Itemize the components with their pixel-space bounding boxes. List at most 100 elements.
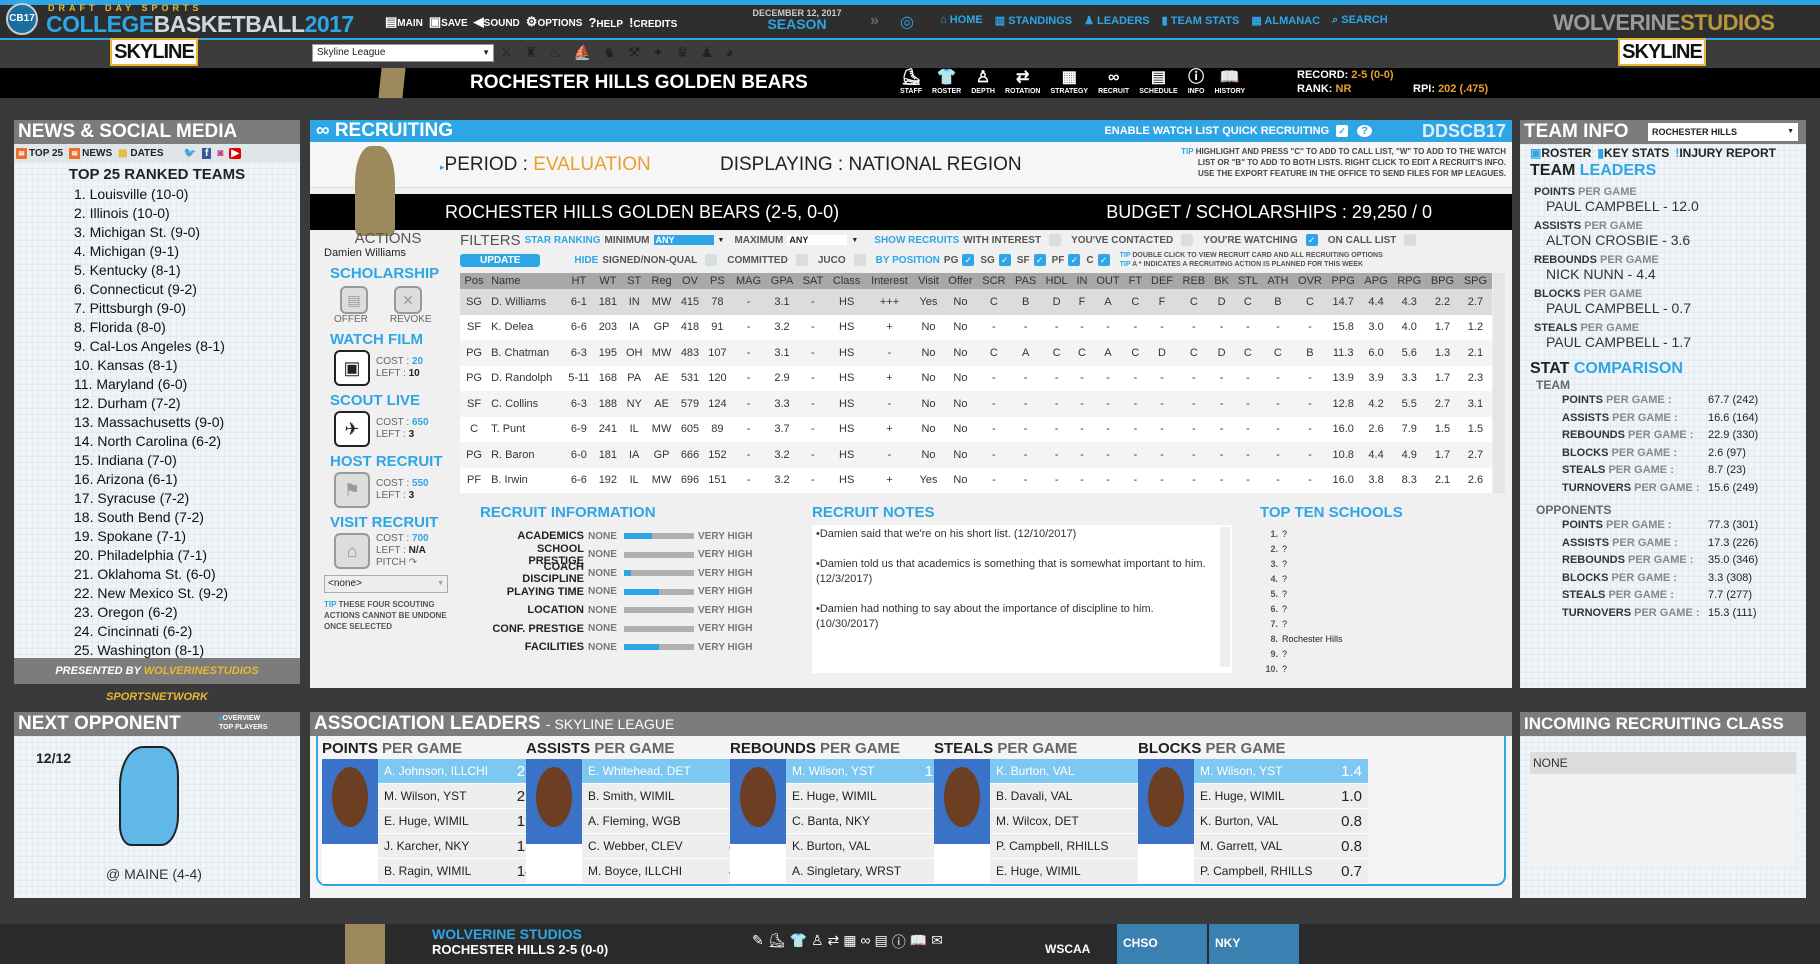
footer-nav-icon[interactable]: ▦ (843, 932, 856, 952)
key-stats-link[interactable]: ▮KEY STATS (1597, 146, 1669, 160)
committed-checkbox[interactable] (795, 254, 808, 266)
facebook-icon[interactable]: f (201, 147, 212, 159)
column-header[interactable]: WT (594, 273, 622, 289)
teamnav-strategy[interactable]: ▦ STRATEGY (1050, 68, 1088, 95)
position-checkbox-c[interactable]: ✓ (1097, 254, 1110, 266)
ranked-team[interactable]: 1. Louisville (10-0) (74, 185, 300, 204)
footer-nav-icon[interactable]: 📖 (910, 932, 927, 952)
signed-checkbox[interactable] (705, 254, 718, 266)
main-menu-button[interactable]: ▤MAIN (385, 14, 423, 30)
position-checkbox-pf[interactable]: ✓ (1068, 254, 1081, 266)
with-interest-checkbox[interactable] (1049, 234, 1062, 246)
teamnav-roster[interactable]: 👕 ROSTER (932, 68, 961, 95)
contacted-checkbox[interactable] (1181, 234, 1194, 246)
nav-search[interactable]: ⌕ SEARCH (1332, 14, 1388, 27)
team-logo-icon[interactable]: ⚔ (500, 44, 513, 61)
teamnav-schedule[interactable]: ▤ SCHEDULE (1139, 68, 1178, 95)
column-header[interactable]: MAG (731, 273, 766, 289)
table-row[interactable]: SG D. Williams 6-1 181 IN MW 415 78-3.1- HS +++ Ye… (460, 289, 1492, 315)
column-header[interactable]: APG (1359, 273, 1393, 289)
top-players-link[interactable]: TOP PLAYERS (219, 723, 268, 732)
ranked-team[interactable]: 4. Michigan (9-1) (74, 242, 300, 261)
nav-team-stats[interactable]: ▮ TEAM STATS (1162, 14, 1240, 27)
column-header[interactable]: HT (563, 273, 595, 289)
ranked-team[interactable]: 19. Spokane (7-1) (74, 527, 300, 546)
ranked-team[interactable]: 3. Michigan St. (9-0) (74, 223, 300, 242)
column-header[interactable]: OVR (1293, 273, 1327, 289)
team-logo-icon[interactable]: ⛵ (574, 44, 591, 61)
teamnav-recruit[interactable]: ∞ RECRUIT (1098, 68, 1129, 95)
house-icon[interactable]: ⌂ (334, 533, 370, 569)
team-logo-icon[interactable]: ♛ (676, 44, 689, 61)
column-header[interactable]: HDL (1040, 273, 1073, 289)
table-row[interactable]: PF B. Irwin 6-6 192 IL MW 696 151-3.2- HS + Yes No -… (460, 467, 1492, 493)
watching-checkbox[interactable]: ✓ (1305, 234, 1318, 246)
maximum-select[interactable]: ANY (787, 235, 848, 245)
column-header[interactable]: Pos (460, 273, 489, 289)
juco-checkbox[interactable] (853, 254, 866, 266)
table-row[interactable]: SF K. Delea 6-6 203 IA GP 418 91-3.2- HS + No No - - -… (460, 314, 1492, 340)
quick-recruiting-checkbox[interactable]: ✓ (1336, 125, 1349, 138)
position-checkbox-pg[interactable]: ✓ (962, 254, 975, 266)
advance-arrow-icon[interactable]: » (870, 12, 879, 30)
basketball-icon[interactable]: ◎ (900, 12, 914, 32)
tab-news[interactable]: ≋ NEWS (69, 147, 112, 159)
column-header[interactable]: SPG (1458, 273, 1492, 289)
ranked-team[interactable]: 15. Indiana (7-0) (74, 451, 300, 470)
ranked-team[interactable]: 2. Illinois (10-0) (74, 204, 300, 223)
footer-tab-chso[interactable]: CHSO (1117, 924, 1207, 964)
teamnav-info[interactable]: ⓘ INFO (1188, 68, 1205, 95)
team-logo-icon[interactable]: ♜ (525, 44, 538, 61)
footer-nav-icon[interactable]: ▤ (874, 932, 887, 952)
leader-row[interactable]: M. Garrett, VAL 0.8 (1194, 834, 1368, 859)
column-header[interactable]: IN (1072, 273, 1092, 289)
minimum-select[interactable]: ANY (653, 235, 714, 245)
instagram-icon[interactable]: ◙ (217, 148, 223, 159)
notes-scrollbar[interactable] (1220, 527, 1230, 667)
twitter-icon[interactable]: 🐦 (184, 148, 196, 159)
plane-icon[interactable]: ✈ (334, 411, 370, 447)
ranked-team[interactable]: 17. Syracuse (7-2) (74, 489, 300, 508)
footer-tab-wscaa[interactable]: WSCAA (1025, 924, 1115, 964)
opponent-name[interactable]: @ MAINE (4-4) (106, 866, 202, 882)
team-logo-icon[interactable]: ♞ (603, 44, 616, 61)
teamnav-rotation[interactable]: ⇄ ROTATION (1005, 68, 1041, 95)
column-header[interactable]: ST (621, 273, 647, 289)
tab-dates[interactable]: ▦ DATES (118, 148, 163, 159)
leader-value[interactable]: PAUL CAMPBELL - 0.7 (1530, 300, 1806, 316)
team-logo-icon[interactable]: ⚒ (628, 44, 641, 61)
ranked-team[interactable]: 5. Kentucky (8-1) (74, 261, 300, 280)
ranked-team[interactable]: 20. Philadelphia (7-1) (74, 546, 300, 565)
column-header[interactable]: RPG (1392, 273, 1427, 289)
call-list-checkbox[interactable] (1404, 234, 1417, 246)
leader-value[interactable]: ALTON CROSBIE - 3.6 (1530, 232, 1806, 248)
column-header[interactable]: Interest (865, 273, 914, 289)
team-logo-icon[interactable]: ✦ (652, 44, 664, 61)
revoke-button[interactable]: ✕ (394, 286, 422, 314)
player-portrait[interactable] (1138, 759, 1194, 884)
nav-leaders[interactable]: ♟ LEADERS (1084, 14, 1149, 27)
column-header[interactable]: FT (1124, 273, 1147, 289)
table-row[interactable]: C T. Punt 6-9 241 IL MW 605 89-3.7- HS + No No - - - - -… (460, 416, 1492, 442)
ranked-team[interactable]: 13. Massachusetts (9-0) (74, 413, 300, 432)
column-header[interactable]: REB (1177, 273, 1210, 289)
column-header[interactable]: PPG (1326, 273, 1360, 289)
footer-nav-icon[interactable]: ✎ (752, 932, 764, 952)
column-header[interactable]: BPG (1426, 273, 1459, 289)
leader-row[interactable]: E. Huge, WIMIL 1.0 (1194, 784, 1368, 809)
ranked-team[interactable]: 18. South Bend (7-2) (74, 508, 300, 527)
position-checkbox-sf[interactable]: ✓ (1033, 254, 1046, 266)
leader-value[interactable]: PAUL CAMPBELL - 12.0 (1530, 198, 1806, 214)
flag-icon[interactable]: ⚑ (334, 472, 370, 508)
notes-box[interactable]: •Damien said that we're on his short lis… (812, 525, 1232, 673)
column-header[interactable]: BK (1209, 273, 1234, 289)
team-logo-icon[interactable]: ◕ (725, 44, 733, 61)
nav-standings[interactable]: ▥ STANDINGS (995, 14, 1072, 27)
position-checkbox-sg[interactable]: ✓ (998, 254, 1011, 266)
team-select[interactable]: ROCHESTER HILLS ▼ (1648, 123, 1798, 141)
table-scrollbar[interactable] (1493, 273, 1505, 493)
column-header[interactable]: STL (1233, 273, 1263, 289)
update-button[interactable]: UPDATE (460, 253, 541, 267)
column-header[interactable]: DEF (1146, 273, 1178, 289)
film-icon[interactable]: ▣ (334, 350, 370, 386)
